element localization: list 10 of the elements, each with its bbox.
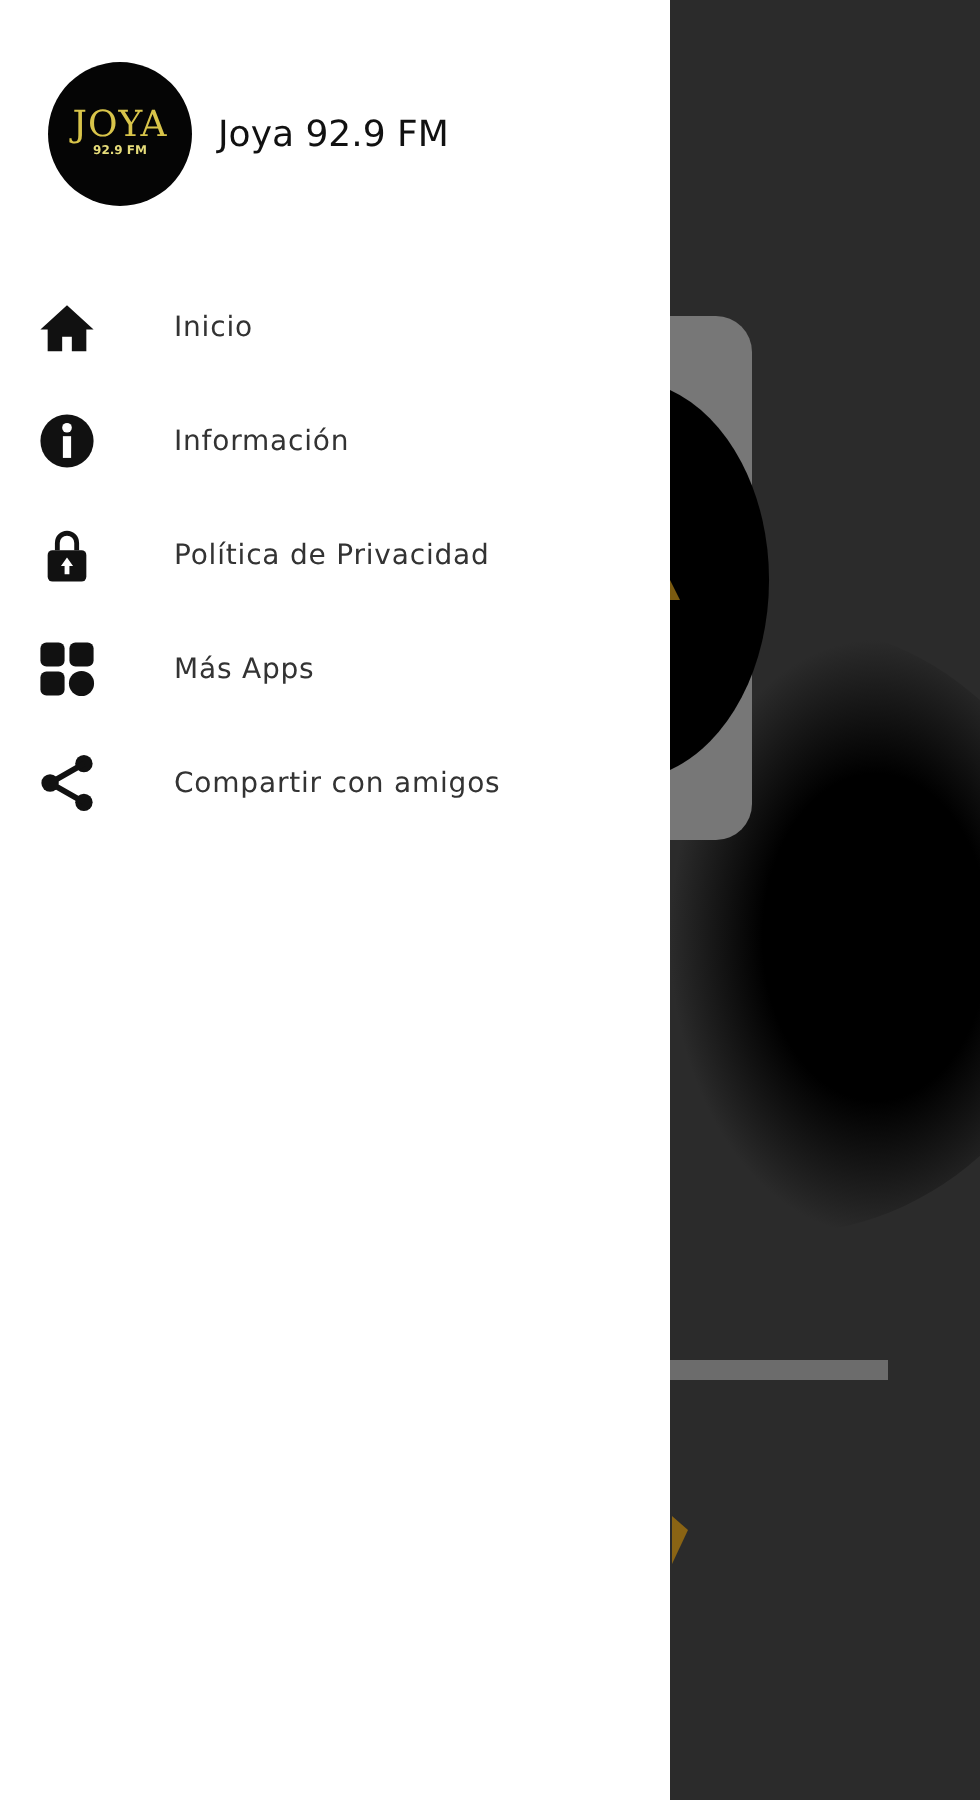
menu-item[interactable]: Política de Privacidad — [0, 498, 670, 612]
menu-item[interactable]: Inicio — [0, 270, 670, 384]
logo-wordmark: JOYA — [72, 108, 168, 144]
menu-item[interactable]: Más Apps — [0, 612, 670, 726]
apps-icon — [38, 640, 96, 698]
menu-item[interactable]: Compartir con amigos — [0, 726, 670, 840]
share-icon — [38, 754, 96, 812]
app-title: Joya 92.9 FM — [218, 113, 449, 155]
menu-item[interactable]: Información — [0, 384, 670, 498]
info-icon — [38, 412, 96, 470]
